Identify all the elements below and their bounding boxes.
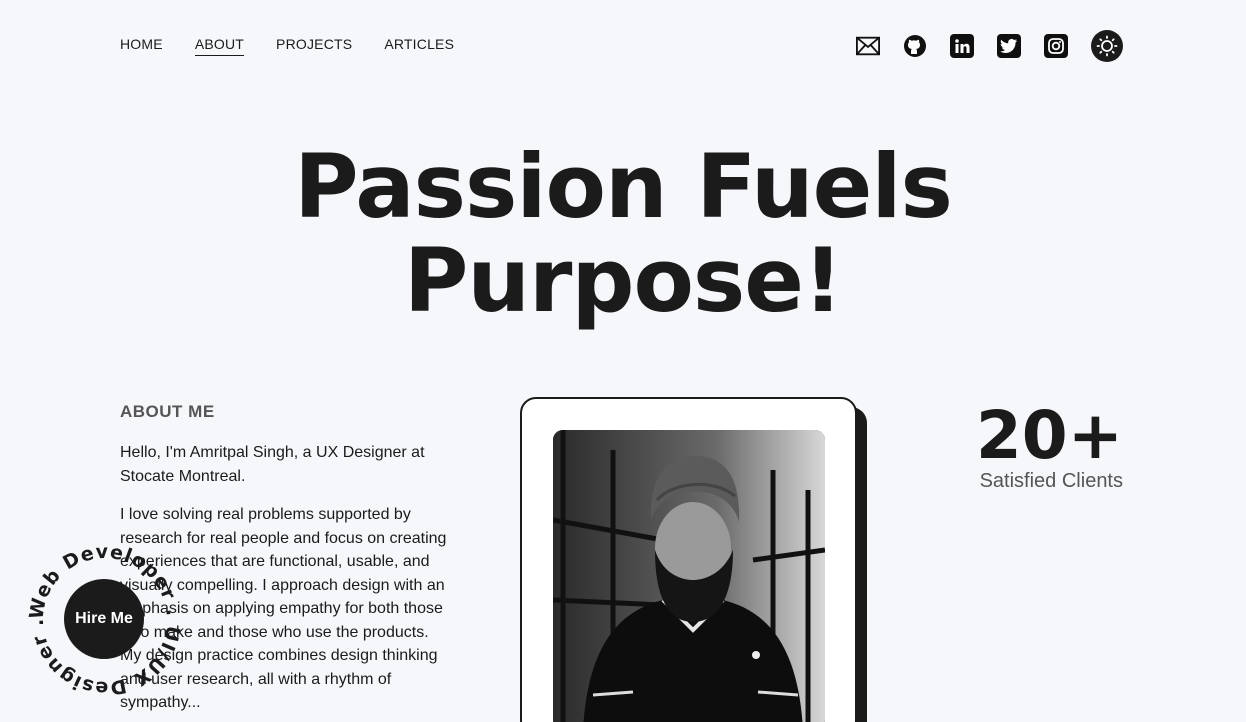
stat-number: 20+: [975, 397, 1123, 474]
nav-articles[interactable]: ARTICLES: [384, 36, 454, 56]
hero-line-1: Passion Fuels: [294, 135, 953, 238]
hire-me-button[interactable]: Hire Me: [64, 579, 144, 659]
sun-icon: [1096, 35, 1118, 57]
nav-home[interactable]: HOME: [120, 36, 163, 56]
profile-photo-frame: [520, 397, 857, 722]
about-heading: ABOUT ME: [120, 402, 215, 421]
hero-line-2: Purpose!: [403, 229, 843, 332]
nav-projects[interactable]: PROJECTS: [276, 36, 352, 56]
main-nav: HOME ABOUT PROJECTS ARTICLES: [120, 36, 454, 56]
nav-about[interactable]: ABOUT: [194, 36, 245, 56]
about-intro: Hello, I'm Amritpal Singh, a UX Designer…: [120, 444, 425, 485]
profile-photo: [553, 430, 825, 722]
stat-label: Satisfied Clients: [979, 470, 1123, 492]
hero-title: Passion Fuels Purpose!: [0, 140, 1246, 328]
twitter-icon[interactable]: [997, 34, 1021, 58]
linkedin-icon[interactable]: [950, 34, 974, 58]
github-icon[interactable]: [903, 34, 927, 58]
hire-me-widget[interactable]: Web Developer . UI/UX Designer . Hire Me: [25, 540, 185, 700]
instagram-icon[interactable]: [1044, 34, 1068, 58]
social-links: [856, 30, 1123, 62]
mail-icon[interactable]: [856, 34, 880, 58]
theme-toggle-button[interactable]: [1091, 30, 1123, 62]
stats-satisfied-clients: 20+ Satisfied Clients: [976, 400, 1123, 493]
